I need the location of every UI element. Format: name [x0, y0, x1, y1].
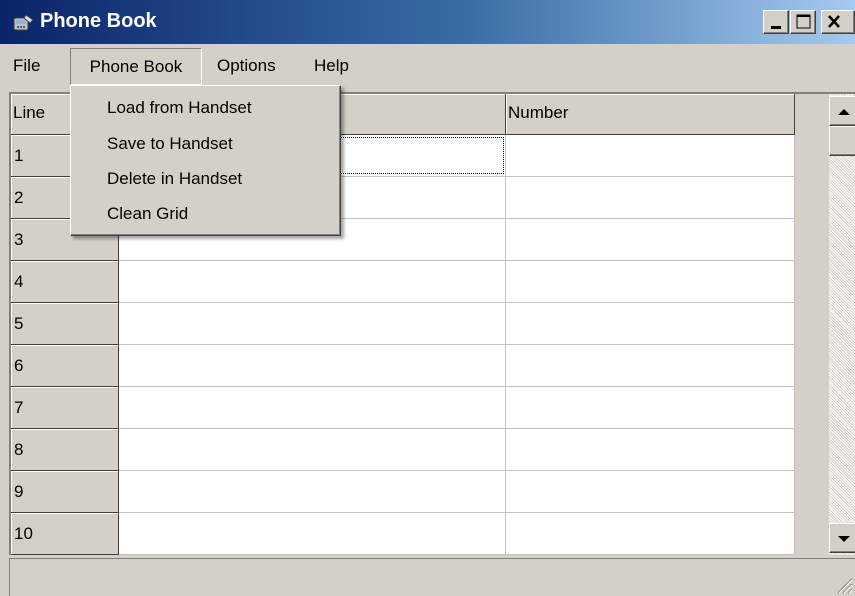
minimize-button[interactable] [763, 10, 789, 34]
phone-book-app-icon [11, 12, 35, 34]
phone-book-dropdown-menu: Load from Handset Save to Handset Delete… [70, 85, 341, 236]
row-header[interactable]: 5 [11, 303, 119, 345]
minimize-icon [771, 26, 781, 29]
table-row: 9 [11, 471, 795, 513]
name-cell[interactable] [119, 471, 506, 513]
column-header-number[interactable]: Number [506, 94, 795, 135]
resize-grip-icon[interactable] [835, 576, 853, 594]
menu-item-load-from-handset[interactable]: Load from Handset [107, 93, 252, 123]
table-row: 4 [11, 261, 795, 303]
row-header[interactable]: 7 [11, 387, 119, 429]
table-row: 8 [11, 429, 795, 471]
number-cell[interactable] [506, 345, 795, 387]
row-header[interactable]: 8 [11, 429, 119, 471]
maximize-button[interactable] [790, 10, 816, 34]
vertical-scrollbar[interactable] [829, 94, 855, 555]
scroll-down-button[interactable] [829, 523, 855, 553]
maximize-icon [796, 14, 811, 29]
name-cell[interactable] [119, 513, 506, 555]
number-cell[interactable] [506, 261, 795, 303]
window-title: Phone Book [40, 10, 157, 32]
table-row: 5 [11, 303, 795, 345]
menu-file[interactable]: File [13, 48, 40, 85]
menu-phone-book[interactable]: Phone Book [70, 48, 202, 85]
name-cell[interactable] [119, 429, 506, 471]
name-cell[interactable] [119, 387, 506, 429]
number-cell[interactable] [506, 429, 795, 471]
name-cell[interactable] [119, 345, 506, 387]
close-button[interactable] [821, 10, 855, 34]
scroll-up-button[interactable] [829, 96, 855, 126]
close-icon [828, 15, 840, 28]
number-cell[interactable] [506, 219, 795, 261]
menu-item-clean-grid[interactable]: Clean Grid [107, 199, 188, 229]
scrollbar-thumb[interactable] [829, 126, 855, 156]
number-cell[interactable] [506, 303, 795, 345]
table-row: 10 [11, 513, 795, 555]
menu-bar: File Phone Book Options Help [0, 48, 855, 85]
name-cell[interactable] [119, 261, 506, 303]
name-cell[interactable] [119, 303, 506, 345]
number-cell[interactable] [506, 135, 795, 177]
menu-item-save-to-handset[interactable]: Save to Handset [107, 129, 233, 159]
table-row: 6 [11, 345, 795, 387]
number-cell[interactable] [506, 471, 795, 513]
number-cell[interactable] [506, 513, 795, 555]
menu-options[interactable]: Options [217, 48, 276, 85]
title-bar[interactable]: Phone Book [0, 0, 855, 44]
table-row: 7 [11, 387, 795, 429]
row-header[interactable]: 6 [11, 345, 119, 387]
row-header[interactable]: 4 [11, 261, 119, 303]
menu-help[interactable]: Help [314, 48, 349, 85]
arrow-up-icon [838, 109, 850, 115]
arrow-down-icon [838, 536, 850, 542]
row-header[interactable]: 10 [11, 513, 119, 555]
number-cell[interactable] [506, 387, 795, 429]
row-header[interactable]: 9 [11, 471, 119, 513]
status-bar [9, 558, 855, 596]
number-cell[interactable] [506, 177, 795, 219]
menu-item-delete-in-handset[interactable]: Delete in Handset [107, 164, 242, 194]
